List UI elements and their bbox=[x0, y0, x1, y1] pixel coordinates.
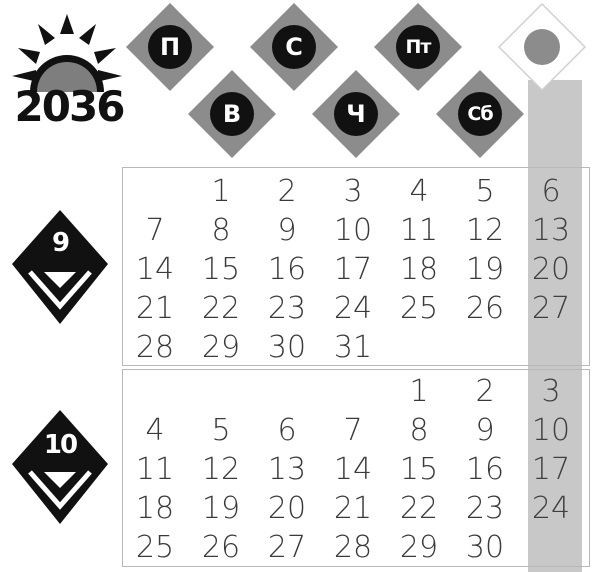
day-cell bbox=[386, 328, 452, 367]
day-cell: 1 bbox=[409, 374, 429, 409]
day-cell: 28 bbox=[135, 330, 175, 365]
weekday-tile-sun bbox=[498, 3, 586, 91]
day-cell: 18 bbox=[135, 491, 175, 526]
day-cell: 22 bbox=[201, 291, 241, 326]
month-badge-icon bbox=[12, 210, 108, 324]
month-number-2: 10 bbox=[43, 430, 78, 460]
day-cell: 21 bbox=[333, 491, 373, 526]
day-cell: 24 bbox=[333, 291, 373, 326]
day-cell: 20 bbox=[531, 252, 571, 287]
day-cell: 19 bbox=[465, 252, 505, 287]
day-cell: 17 bbox=[333, 252, 373, 287]
day-cell bbox=[320, 372, 386, 411]
day-cell: 12 bbox=[465, 213, 505, 248]
day-cell: 5 bbox=[211, 413, 231, 448]
day-cell: 25 bbox=[135, 530, 175, 565]
day-cell bbox=[188, 372, 254, 411]
day-cell: 23 bbox=[267, 291, 307, 326]
day-cell: 17 bbox=[531, 452, 571, 487]
month-day-grid-2: 1 2 3 4 5 6 7 8 9 10 11 12 13 14 15 16 17 18 19 20 21 22 23 24 2… bbox=[122, 372, 590, 567]
day-cell bbox=[452, 328, 518, 367]
day-cell: 30 bbox=[267, 330, 307, 365]
day-cell: 28 bbox=[333, 530, 373, 565]
day-cell: 3 bbox=[541, 374, 561, 409]
month-badge-1: 9 bbox=[10, 208, 110, 326]
day-cell: 22 bbox=[399, 491, 439, 526]
day-cell: 30 bbox=[465, 530, 505, 565]
year-label: 2036 bbox=[14, 82, 126, 131]
month-number-1: 9 bbox=[51, 228, 70, 258]
day-cell: 7 bbox=[343, 413, 363, 448]
day-cell bbox=[518, 528, 584, 567]
day-cell: 31 bbox=[333, 330, 373, 365]
day-cell: 11 bbox=[135, 452, 175, 487]
day-cell: 29 bbox=[399, 530, 439, 565]
day-cell: 24 bbox=[531, 491, 571, 526]
day-cell: 27 bbox=[267, 530, 307, 565]
day-cell: 6 bbox=[541, 174, 561, 209]
day-cell: 9 bbox=[475, 413, 495, 448]
day-cell: 18 bbox=[399, 252, 439, 287]
sun-logo bbox=[8, 12, 126, 122]
day-cell: 10 bbox=[333, 213, 373, 248]
day-cell: 2 bbox=[475, 374, 495, 409]
day-cell: 4 bbox=[409, 174, 429, 209]
day-cell: 4 bbox=[145, 413, 165, 448]
day-cell: 10 bbox=[531, 413, 571, 448]
day-cell: 6 bbox=[277, 413, 297, 448]
month-badge-2: 10 bbox=[10, 408, 110, 526]
sun-icon bbox=[12, 14, 122, 122]
day-cell: 23 bbox=[465, 491, 505, 526]
day-cell: 5 bbox=[475, 174, 495, 209]
day-cell: 15 bbox=[399, 452, 439, 487]
day-cell: 2 bbox=[277, 174, 297, 209]
day-cell: 27 bbox=[531, 291, 571, 326]
day-cell: 1 bbox=[211, 174, 231, 209]
day-cell: 13 bbox=[267, 452, 307, 487]
day-cell bbox=[518, 328, 584, 367]
day-cell: 7 bbox=[145, 213, 165, 248]
day-cell: 8 bbox=[409, 413, 429, 448]
day-cell: 26 bbox=[465, 291, 505, 326]
day-cell: 26 bbox=[201, 530, 241, 565]
day-cell: 13 bbox=[531, 213, 571, 248]
day-cell: 9 bbox=[277, 213, 297, 248]
day-cell: 8 bbox=[211, 213, 231, 248]
month-day-grid-1: 1 2 3 4 5 6 7 8 9 10 11 12 13 14 15 16 17 18 19 20 21 22 23 24 2… bbox=[122, 172, 590, 367]
day-cell: 25 bbox=[399, 291, 439, 326]
day-cell bbox=[122, 172, 188, 211]
day-cell: 12 bbox=[201, 452, 241, 487]
day-cell: 15 bbox=[201, 252, 241, 287]
day-cell bbox=[122, 372, 188, 411]
day-cell: 14 bbox=[333, 452, 373, 487]
day-cell: 14 bbox=[135, 252, 175, 287]
day-cell: 29 bbox=[201, 330, 241, 365]
day-cell: 16 bbox=[267, 252, 307, 287]
day-cell: 16 bbox=[465, 452, 505, 487]
month-badge-icon bbox=[12, 410, 108, 524]
day-cell: 11 bbox=[399, 213, 439, 248]
day-cell: 3 bbox=[343, 174, 363, 209]
day-cell: 20 bbox=[267, 491, 307, 526]
day-cell: 21 bbox=[135, 291, 175, 326]
day-cell bbox=[254, 372, 320, 411]
day-cell: 19 bbox=[201, 491, 241, 526]
